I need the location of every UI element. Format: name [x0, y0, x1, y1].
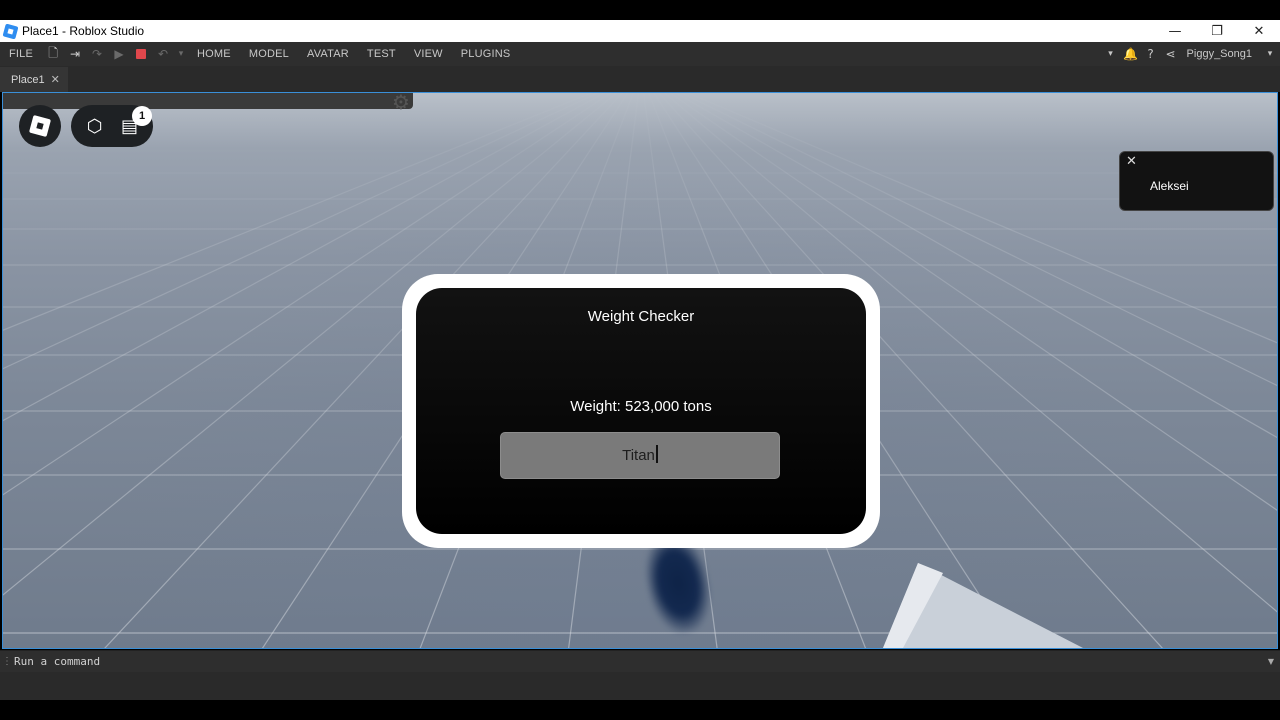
tab-avatar[interactable]: AVATAR: [298, 42, 358, 66]
topbar-strip: [3, 93, 413, 109]
name-input[interactable]: Titan: [500, 432, 780, 479]
roblox-menu-button[interactable]: [19, 105, 61, 147]
window-controls: — ❐ ✕: [1154, 20, 1280, 42]
command-bar[interactable]: ⋮ Run a command ▼: [0, 650, 1280, 672]
notifications-bell-icon[interactable]: 🔔: [1121, 47, 1141, 61]
dialog-title: Weight Checker: [587, 308, 695, 325]
tab-home[interactable]: HOME: [188, 42, 240, 66]
redo-icon[interactable]: ↷: [86, 42, 108, 66]
command-input[interactable]: Run a command: [14, 655, 100, 668]
close-window-button[interactable]: ✕: [1238, 20, 1280, 42]
tab-view[interactable]: VIEW: [405, 42, 452, 66]
restore-button[interactable]: ❐: [1196, 20, 1238, 42]
account-dropdown-icon[interactable]: ▾: [1260, 49, 1280, 59]
selfview-icon[interactable]: ⬡: [83, 114, 107, 138]
weight-label: Weight: 523,000 tons: [570, 398, 712, 415]
window-titlebar: Place1 - Roblox Studio — ❐ ✕: [0, 20, 1280, 42]
stop-icon[interactable]: [130, 42, 152, 66]
doc-tab-label: Place1: [11, 73, 45, 86]
share-icon[interactable]: ⋖: [1161, 47, 1181, 61]
command-bar-grip-icon[interactable]: ⋮: [2, 656, 12, 667]
username[interactable]: Piggy_Song1: [1181, 48, 1260, 60]
new-file-icon[interactable]: 🗋: [42, 42, 64, 66]
menubar-right: ▾ 🔔 ? ⋖ Piggy_Song1 ▾: [1101, 42, 1280, 66]
doc-tab-place1[interactable]: Place1 ✕: [0, 67, 68, 92]
name-input-value: Titan: [622, 447, 655, 464]
notification-badge: 1: [132, 106, 152, 126]
menu-file[interactable]: FILE: [0, 42, 42, 66]
tab-model[interactable]: MODEL: [240, 42, 298, 66]
tab-test[interactable]: TEST: [358, 42, 405, 66]
weight-checker-frame: Weight Checker Weight: 523,000 tons Tita…: [402, 274, 880, 548]
close-icon[interactable]: ✕: [1126, 154, 1137, 169]
undo-icon[interactable]: ↶: [152, 42, 174, 66]
roblox-studio-logo-icon: [2, 23, 19, 39]
player-toast: ✕ Aleksei: [1119, 151, 1274, 211]
close-tab-icon[interactable]: ✕: [51, 73, 60, 86]
help-icon[interactable]: ?: [1141, 47, 1161, 61]
minimize-button[interactable]: —: [1154, 20, 1196, 42]
expand-ribbon-icon[interactable]: ▾: [1101, 49, 1121, 59]
play-icon[interactable]: ▶: [108, 42, 130, 66]
gear-icon[interactable]: ⚙: [392, 93, 412, 113]
status-bar: [0, 672, 1280, 700]
weight-checker-panel: Weight Checker Weight: 523,000 tons Tita…: [416, 288, 866, 534]
letterbox-bottom: [0, 700, 1280, 720]
ribbon-menubar: FILE 🗋 ⇥ ↷ ▶ ↶ ▾ HOME MODEL AVATAR TEST …: [0, 42, 1280, 66]
quick-access-dropdown-icon[interactable]: ▾: [174, 42, 188, 66]
tab-plugins[interactable]: PLUGINS: [452, 42, 520, 66]
letterbox-top: [0, 0, 1280, 20]
white-wedge-part: [883, 563, 1083, 648]
text-caret: [655, 445, 658, 463]
game-viewport[interactable]: ⚙ ⬡ ▤ 1 ✕ Aleksei Weight Checker Weight:…: [2, 92, 1278, 649]
player-name: Aleksei: [1150, 179, 1189, 193]
exit-game-icon[interactable]: ⇥: [64, 42, 86, 66]
command-history-dropdown-icon[interactable]: ▼: [1268, 657, 1274, 666]
document-tabbar: Place1 ✕: [0, 66, 1280, 92]
roblox-logo-icon: [28, 114, 52, 138]
window-title: Place1 - Roblox Studio: [22, 24, 145, 38]
